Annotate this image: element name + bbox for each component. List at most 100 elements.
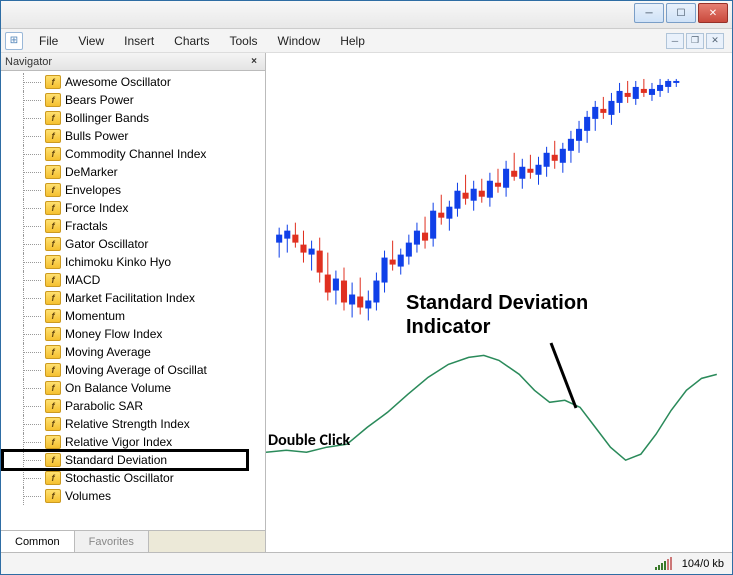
navigator-title: Navigator [5,56,52,68]
tree-item[interactable]: f On Balance Volume [1,379,265,397]
indicator-icon: f [45,93,61,107]
connection-signal-icon [655,558,672,570]
titlebar: ─ ☐ ✕ [1,1,732,29]
menu-file[interactable]: File [29,32,68,50]
tree-item[interactable]: f Money Flow Index [1,325,265,343]
indicator-icon: f [45,489,61,503]
indicator-icon: f [45,435,61,449]
tree-item-label: Ichimoku Kinko Hyo [65,255,171,269]
tree-item-label: Standard Deviation [65,453,167,467]
tab-favorites[interactable]: Favorites [75,531,149,552]
tree-item[interactable]: f Bollinger Bands [1,109,265,127]
indicator-icon: f [45,219,61,233]
tree-item-label: Awesome Oscillator [65,75,171,89]
minimize-button[interactable]: ─ [634,3,664,23]
indicator-icon: f [45,291,61,305]
tree-item[interactable]: f Awesome Oscillator [1,73,265,91]
menu-insert[interactable]: Insert [114,32,164,50]
tree-item-label: Money Flow Index [65,327,162,341]
indicator-icon: f [45,399,61,413]
tree-item-label: Force Index [65,201,128,215]
menu-view[interactable]: View [68,32,114,50]
indicator-icon: f [45,165,61,179]
tree-item-label: Relative Strength Index [65,417,190,431]
tree-item-label: Fractals [65,219,108,233]
tree-item-label: Parabolic SAR [65,399,143,413]
tree-item[interactable]: f DeMarker [1,163,265,181]
menubar: ⊞ FileViewInsertChartsToolsWindowHelp ─ … [1,29,732,53]
tree-item[interactable]: f Moving Average [1,343,265,361]
tree-item[interactable]: fMoving Average of Oscillat [1,361,265,379]
indicator-icon: f [45,381,61,395]
indicator-icon: f [45,183,61,197]
tree-item-label: Volumes [65,489,111,503]
indicator-icon: f [45,471,61,485]
tree-item[interactable]: f Gator Oscillator [1,235,265,253]
tree-item[interactable]: f Parabolic SAR [1,397,265,415]
indicator-icon: f [45,327,61,341]
app-window: ─ ☐ ✕ ⊞ FileViewInsertChartsToolsWindowH… [0,0,733,575]
tree-item-label: Commodity Channel Index [65,147,206,161]
indicator-icon: f [45,129,61,143]
navigator-panel: Navigator × f Awesome Oscillator f Bears Po… [1,53,266,552]
navigator-close-button[interactable]: × [247,55,261,69]
indicator-icon: f [45,273,61,287]
navigator-tree[interactable]: f Awesome Oscillator f Bears Power f Bollinge… [1,71,265,530]
tree-item[interactable]: f Relative Vigor Index [1,433,265,451]
tree-item[interactable]: f Volumes [1,487,265,505]
chart-area[interactable]: Standard Deviation Indicator Double Clic… [266,53,732,552]
tree-item-label: Stochastic Oscillator [65,471,174,485]
statusbar: 104/0 kb [1,552,732,574]
tab-common[interactable]: Common [1,530,75,552]
tree-item-label: MACD [65,273,100,287]
indicator-icon: f [45,237,61,251]
navigator-header: Navigator × [1,53,265,71]
status-kb: 104/0 kb [682,558,724,570]
indicator-icon: f [45,453,61,467]
indicator-icon: f [45,147,61,161]
tree-item[interactable]: fMomentum [1,307,265,325]
tree-item[interactable]: f Bears Power [1,91,265,109]
menu-help[interactable]: Help [330,32,375,50]
child-restore-button[interactable]: ❐ [686,33,704,49]
tree-item-label: Moving Average [65,345,151,359]
indicator-icon: f [45,309,61,323]
indicator-icon: f [45,201,61,215]
tree-item-label: Market Facilitation Index [65,291,195,305]
workspace: Navigator × f Awesome Oscillator f Bears Po… [1,53,732,552]
chart-canvas [266,53,732,552]
tree-item[interactable]: f Relative Strength Index [1,415,265,433]
tree-item-label: Gator Oscillator [65,237,148,251]
tree-item[interactable]: f Bulls Power [1,127,265,145]
indicator-icon: f [45,417,61,431]
menu-window[interactable]: Window [268,32,331,50]
tree-item[interactable]: f Commodity Channel Index [1,145,265,163]
tree-item[interactable]: f Market Facilitation Index [1,289,265,307]
child-minimize-button[interactable]: ─ [666,33,684,49]
tree-item-label: On Balance Volume [65,381,171,395]
tree-item[interactable]: f MACD [1,271,265,289]
tree-item[interactable]: f Force Index [1,199,265,217]
tree-item[interactable]: f Standard Deviation [1,451,265,469]
tree-item-label: DeMarker [65,165,118,179]
tree-item-label: Bears Power [65,93,134,107]
tree-item[interactable]: f Fractals [1,217,265,235]
menu-charts[interactable]: Charts [164,32,219,50]
tree-item[interactable]: f Envelopes [1,181,265,199]
indicator-icon: f [45,111,61,125]
indicator-icon: f [45,345,61,359]
maximize-button[interactable]: ☐ [666,3,696,23]
tree-item[interactable]: f Ichimoku Kinko Hyo [1,253,265,271]
tree-item-label: Bulls Power [65,129,128,143]
tree-item[interactable]: f Stochastic Oscillator [1,469,265,487]
indicator-icon: f [45,75,61,89]
tree-item-label: Moving Average of Oscillat [65,363,207,377]
menu-tools[interactable]: Tools [220,32,268,50]
child-close-button[interactable]: ✕ [706,33,724,49]
close-button[interactable]: ✕ [698,3,728,23]
tree-item-label: Envelopes [65,183,121,197]
tree-item-label: Relative Vigor Index [65,435,172,449]
indicator-icon: f [45,255,61,269]
tree-item-label: Bollinger Bands [65,111,149,125]
app-icon: ⊞ [5,32,23,50]
